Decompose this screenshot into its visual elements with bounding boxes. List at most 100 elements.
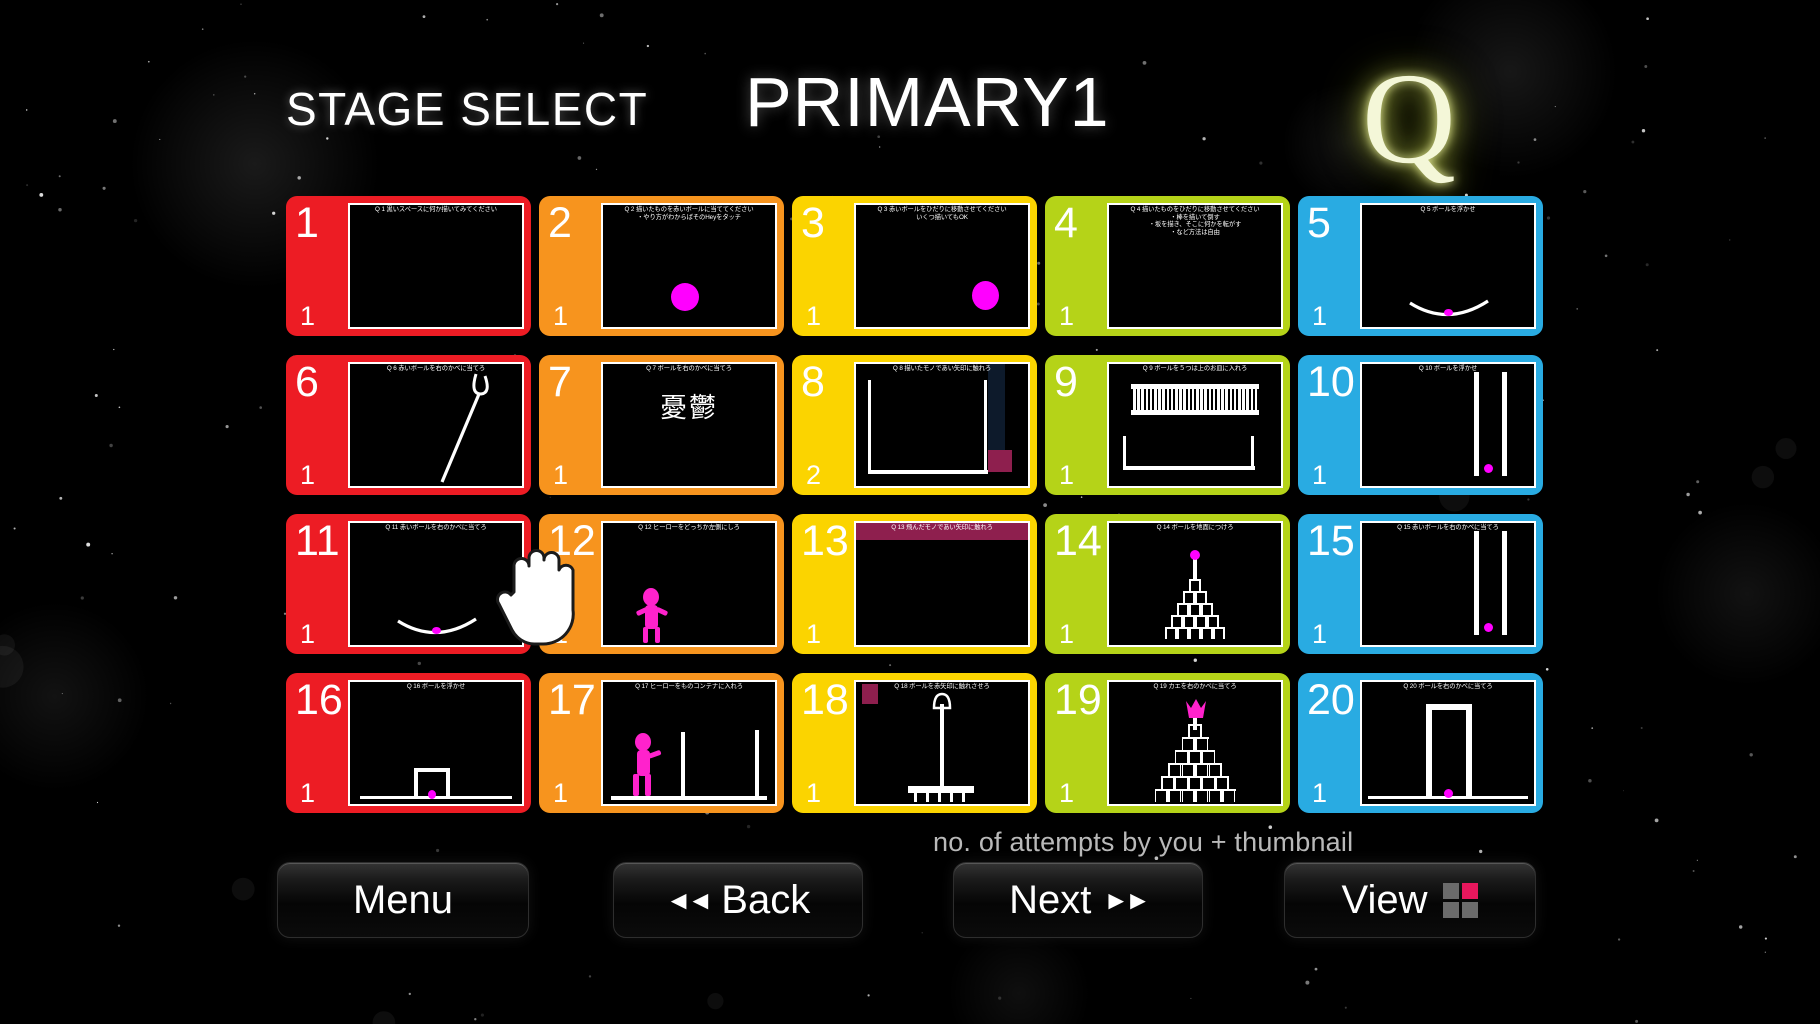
hook-slope-art xyxy=(440,373,489,483)
art-shape xyxy=(1222,789,1236,791)
art-shape xyxy=(1171,615,1173,627)
art-shape xyxy=(1181,737,1195,739)
stage-tile-16[interactable]: 16 1 Q 16 ボールを浮かせ xyxy=(286,673,531,813)
back-button-label: Back xyxy=(721,877,811,922)
art-shape xyxy=(1196,386,1199,412)
art-shape xyxy=(1181,789,1195,791)
stage-tile-3[interactable]: 3 1 Q 3 赤いボールをひだりに移動させてください いくつ描いてもOK xyxy=(792,196,1037,336)
thumbnail-art xyxy=(603,205,775,327)
art-shape xyxy=(1238,386,1241,412)
art-shape xyxy=(1200,724,1202,737)
art-shape xyxy=(1123,466,1255,470)
stage-tile-attempt-count: 1 xyxy=(300,460,316,490)
thumbnail-art xyxy=(603,523,775,645)
stage-tile-19[interactable]: 19 1 Q 19 カエを右のかべに当てろ xyxy=(1045,673,1290,813)
stage-tile-10[interactable]: 10 1 Q 10 ボールを浮かせ xyxy=(1298,355,1543,495)
stage-tile-4[interactable]: 4 1 Q 4 描いたものをひだりに移動させてください ・棒を描いて倒す ・坂を描き… xyxy=(1045,196,1290,336)
art-shape xyxy=(1175,386,1178,412)
art-shape xyxy=(914,792,918,802)
art-shape xyxy=(1201,603,1213,605)
double-right-arrow-icon: ►► xyxy=(1103,884,1151,915)
art-shape xyxy=(1183,615,1195,617)
stage-tile-13[interactable]: 13 1 Q 13 飛んだモノであい矢印に触れろ xyxy=(792,514,1037,654)
art-shape xyxy=(1154,789,1157,802)
stage-tile-1[interactable]: 1 1 Q 1 黒いスペースに何か描いてみてください xyxy=(286,196,531,336)
art-shape xyxy=(1195,615,1197,627)
grid-2x2-icon xyxy=(1443,882,1479,918)
art-shape xyxy=(1174,750,1177,763)
stage-tile-17[interactable]: 17 1 Q 17 ヒーローをものコンテナに入れろ xyxy=(539,673,784,813)
stage-tile-number: 18 xyxy=(801,676,849,724)
thumbnail-art xyxy=(1362,364,1534,486)
art-shape xyxy=(926,792,930,802)
stage-tile-number: 7 xyxy=(548,358,572,406)
back-button[interactable]: ◄◄ Back xyxy=(613,862,863,938)
hand-cursor xyxy=(496,549,575,646)
stage-tile-7[interactable]: 7 1 憂鬱 Q 7 ボールを右のかべに当てろ xyxy=(539,355,784,495)
art-shape xyxy=(1181,763,1195,765)
stage-tile-20[interactable]: 20 1 Q 20 ボールを右のかべに当てろ xyxy=(1298,673,1543,813)
art-shape xyxy=(1123,436,1127,470)
art-shape xyxy=(1195,763,1197,776)
stage-tile-5[interactable]: 5 1 Q 5 ボールを浮かせ xyxy=(1298,196,1543,336)
view-button[interactable]: View xyxy=(1284,862,1536,938)
art-shape xyxy=(1141,386,1144,412)
stage-tile-number: 16 xyxy=(295,676,343,724)
art-shape xyxy=(1189,627,1191,639)
art-shape xyxy=(414,768,418,798)
art-shape xyxy=(1181,737,1184,750)
stage-tile-8[interactable]: 8 2 Q 8 描いたモノであい矢印に触れろ xyxy=(792,355,1037,495)
menu-button-label: Menu xyxy=(352,877,454,922)
art-shape xyxy=(1208,789,1211,802)
hero-figure-art xyxy=(636,588,668,643)
art-shape xyxy=(1213,627,1225,629)
stage-tile-14[interactable]: 14 1 Q 14 ボールを地面につけろ xyxy=(1045,514,1290,654)
stage-tile-15[interactable]: 15 1 Q 15 赤いボールを右のかべに当てろ xyxy=(1298,514,1543,654)
art-shape xyxy=(1201,776,1204,789)
art-shape xyxy=(1177,603,1189,605)
magenta-crown xyxy=(1186,699,1206,718)
art-shape xyxy=(1201,776,1216,778)
art-shape xyxy=(1201,627,1203,639)
art-shape xyxy=(1177,627,1179,639)
art-shape xyxy=(1195,763,1209,765)
menu-button[interactable]: Menu xyxy=(277,862,529,938)
stage-tile-attempt-count: 1 xyxy=(1059,778,1075,808)
stage-tile-2[interactable]: 2 1 Q 2 描いたものを赤いボールに当ててください ・やり方がわからばそのHey… xyxy=(539,196,784,336)
stage-thumbnail: Q 6 赤いボールを右のかべに当てろ xyxy=(348,362,524,488)
stage-tile-attempt-count: 1 xyxy=(1312,301,1328,331)
art-shape xyxy=(1189,579,1201,581)
art-shape xyxy=(1189,603,1191,615)
hero-figure-art xyxy=(633,733,662,796)
next-button[interactable]: Next ►► xyxy=(953,862,1203,938)
stage-thumbnail-caption: Q 10 ボールを浮かせ xyxy=(1418,365,1478,372)
stage-tile-9[interactable]: 9 1 Q 9 ボールを５つは上のお皿に入れろ xyxy=(1045,355,1290,495)
art-shape xyxy=(1204,386,1207,412)
stage-thumbnail: Q 16 ボールを浮かせ xyxy=(348,680,524,806)
art-shape xyxy=(1215,776,1229,778)
art-shape xyxy=(1187,386,1191,412)
stage-thumbnail-caption: Q 2 描いたものを赤いボールに当ててください ・やり方がわからばそのHeyをタ… xyxy=(624,206,754,221)
art-shape xyxy=(1193,557,1197,579)
thumbnail-art xyxy=(350,364,522,486)
art-shape xyxy=(1154,789,1168,791)
art-shape xyxy=(1170,386,1174,412)
art-shape xyxy=(1233,386,1237,412)
stage-thumbnail: Q 15 赤いボールを右のかべに当てろ xyxy=(1360,521,1536,647)
art-shape xyxy=(1189,603,1201,605)
stage-thumbnail-caption: Q 7 ボールを右のかべに当てろ xyxy=(646,365,732,372)
art-shape xyxy=(1254,386,1258,412)
art-shape xyxy=(1179,386,1182,412)
maroon-square xyxy=(988,450,1012,472)
stage-tile-6[interactable]: 6 1 Q 6 赤いボールを右のかべに当てろ xyxy=(286,355,531,495)
art-shape xyxy=(938,792,942,802)
art-shape xyxy=(1174,776,1177,789)
stage-tile-number: 3 xyxy=(801,199,825,247)
grid-cell-1 xyxy=(1462,882,1479,899)
stage-tile-18[interactable]: 18 1 Q 18 ボールを赤矢印に触れさせろ xyxy=(792,673,1037,813)
art-shape xyxy=(1183,615,1185,627)
art-shape xyxy=(1195,591,1207,593)
stage-thumbnail: Q 9 ボールを５つは上のお皿に入れろ xyxy=(1107,362,1283,488)
art-shape xyxy=(1251,436,1255,468)
stage-tile-attempt-count: 1 xyxy=(1059,460,1075,490)
